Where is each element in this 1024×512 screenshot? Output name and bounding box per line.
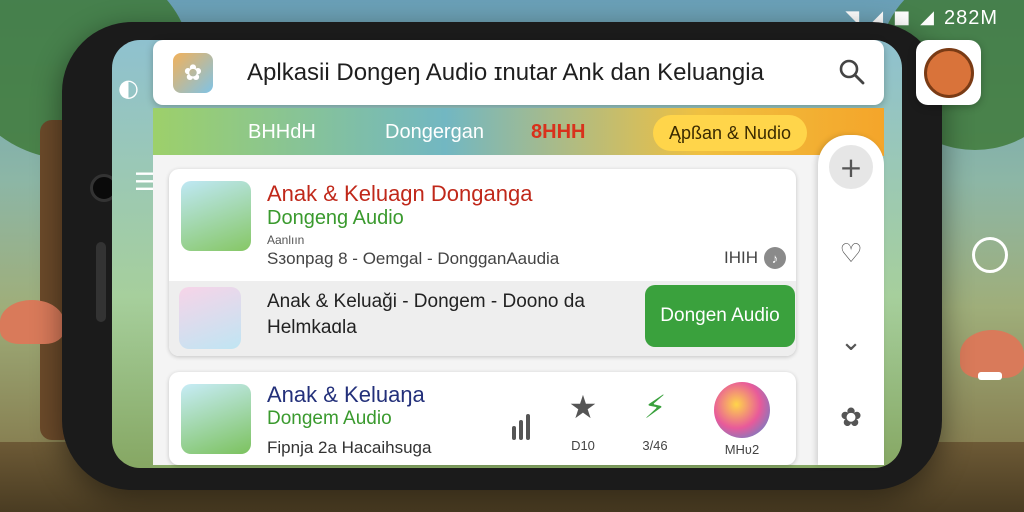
speed-label: 3/46 xyxy=(642,438,668,453)
card-meta: Fipnja 2a Hacaihsuga xyxy=(267,438,432,457)
app-tile-label: MHʋ2 xyxy=(724,442,760,457)
card-subtitle: Dongem Audio xyxy=(267,408,392,429)
category-banner: BHHdH Dongergan 8HHH Ąpßan & Nudio xyxy=(153,108,884,156)
search-bar[interactable]: ✿ Aplkasii Dongeŋ Audio ɪnutar Ank dan K… xyxy=(153,40,884,105)
card-strip: Anak & Keluaği - Dongem - Doono da Helmk… xyxy=(169,281,796,356)
lightning-icon: ⚡ xyxy=(643,388,667,426)
tab-8hhh[interactable]: 8HHH xyxy=(531,121,585,144)
story-card[interactable]: Anak & Keluagn Donganga Dongeng Audio Aa… xyxy=(169,169,796,356)
audio-disc-icon[interactable]: ♪ xyxy=(764,247,786,269)
card-meta: Sзonpag 8 - Oemgal - DongganAaudia xyxy=(267,249,560,268)
profile-avatar-button[interactable] xyxy=(916,40,981,105)
status-time: 282M xyxy=(943,6,998,29)
tab-apban-audio[interactable]: Ąpßan & Nudio xyxy=(653,115,808,151)
rating-label: D10 xyxy=(571,438,595,453)
chevron-down-icon[interactable]: ⌄ xyxy=(818,327,884,357)
search-title: Aplkasii Dongeŋ Audio ɪnutar Ank dan Kel… xyxy=(247,58,764,86)
app-logo-icon: ✿ xyxy=(173,52,213,93)
home-nav-button[interactable] xyxy=(972,237,1008,273)
heart-icon[interactable]: ♡ xyxy=(818,239,884,269)
avatar-icon xyxy=(923,47,974,98)
card-right-info: IHIH ♪ xyxy=(724,247,786,269)
background-mushroom xyxy=(0,300,64,344)
side-action-rail: + ♡ ⌄ ✿ xyxy=(818,135,884,465)
story-card[interactable]: Anak & Keluaŋa Dongem Audio Fipnja 2a Ha… xyxy=(169,372,796,465)
dongeng-audio-button[interactable]: Dongen Audio xyxy=(645,285,795,347)
card-title: Anak & Keluaŋa xyxy=(267,382,425,407)
search-icon[interactable] xyxy=(838,58,866,86)
card-subtitle: Dongeng Audio xyxy=(267,207,404,229)
audio-level-icon xyxy=(501,414,541,440)
card-right-text: IHIH xyxy=(724,248,758,267)
back-icon[interactable]: ◐ xyxy=(118,74,139,102)
add-icon[interactable]: + xyxy=(829,145,873,189)
signal-icon: ◢ xyxy=(920,7,934,28)
rating-stat[interactable]: ★ D10 xyxy=(553,390,613,453)
speaker-grille xyxy=(96,242,106,322)
story-thumbnail xyxy=(181,181,251,251)
star-icon: ★ xyxy=(568,388,598,426)
recents-nav-button[interactable] xyxy=(978,372,1002,380)
character-icon: ✿ xyxy=(840,403,862,433)
card-caption: Aanlıın xyxy=(267,233,305,247)
tab-dongergan[interactable]: Dongergan xyxy=(385,121,484,144)
strip-text: Anak & Keluaği - Dongem - Doono da Helmk… xyxy=(267,291,585,338)
background-mushroom xyxy=(960,330,1024,378)
tab-bhhdh[interactable]: BHHdH xyxy=(248,121,316,144)
card-title: Anak & Keluagn Donganga xyxy=(267,181,533,206)
app-tile-icon[interactable] xyxy=(714,382,770,438)
story-thumbnail xyxy=(181,384,251,454)
speed-stat[interactable]: ⚡ 3/46 xyxy=(625,390,685,453)
strip-thumbnail xyxy=(179,287,241,349)
battery-icon: ■ xyxy=(893,7,911,28)
